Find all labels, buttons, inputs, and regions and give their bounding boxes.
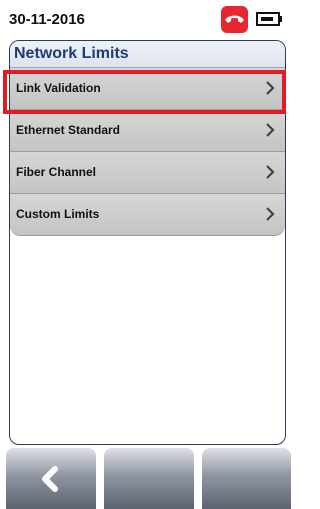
back-arrow-icon [40, 466, 60, 497]
menu-item-label: Link Validation [16, 81, 101, 95]
menu-item-label: Fiber Channel [16, 165, 97, 179]
menu-item-custom-limits[interactable]: Custom Limits [10, 194, 285, 236]
phone-hangup-icon[interactable] [221, 6, 248, 33]
chevron-right-icon [265, 164, 275, 185]
chevron-right-icon [265, 80, 275, 101]
back-button[interactable] [6, 447, 96, 509]
menu-list: Link Validation Ethernet Standard Fiber … [10, 68, 285, 236]
softkey-right[interactable] [202, 447, 291, 509]
menu-item-fiber-channel[interactable]: Fiber Channel [10, 152, 285, 194]
status-bar: 30-11-2016 [0, 0, 291, 40]
chevron-right-icon [265, 206, 275, 227]
softkey-middle[interactable] [104, 447, 194, 509]
panel-title: Network Limits [10, 41, 285, 68]
menu-item-link-validation[interactable]: Link Validation [10, 68, 285, 110]
date-text: 30-11-2016 [9, 11, 85, 28]
menu-item-label: Custom Limits [16, 207, 100, 221]
menu-item-label: Ethernet Standard [16, 123, 121, 137]
network-limits-panel: Network Limits Link Validation Ethernet … [9, 40, 286, 445]
battery-charging-icon [256, 11, 283, 32]
menu-item-ethernet-standard[interactable]: Ethernet Standard [10, 110, 285, 152]
chevron-right-icon [265, 122, 275, 143]
